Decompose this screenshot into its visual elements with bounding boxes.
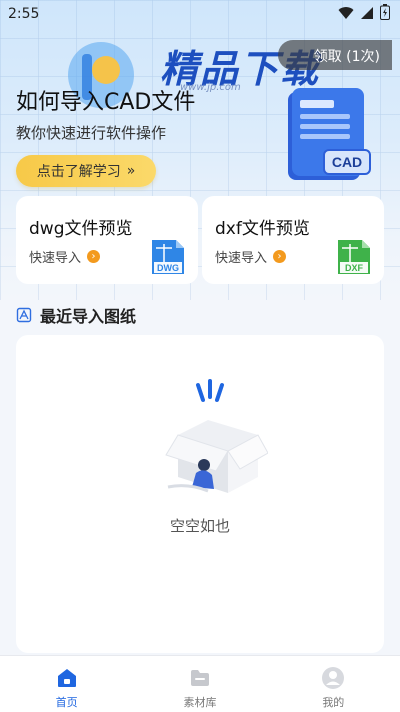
dwg-import-link[interactable]: 快速导入 › [29,247,101,266]
dwg-file-icon: DWG [152,240,184,274]
dxf-preview-card[interactable]: dxf文件预览 快速导入 › DXF [202,196,384,284]
drawing-icon [16,307,32,323]
hero-subtitle: 教你快速进行软件操作 [16,124,167,142]
dwg-preview-card[interactable]: dwg文件预览 快速导入 › DWG [16,196,198,284]
recent-section-title: 最近导入图纸 [40,307,137,326]
status-bar: 2:55 [0,0,400,28]
chevron-right-icon: › [273,250,287,263]
recent-section-header: 最近导入图纸 [16,303,136,327]
chevron-right-icon: › [87,250,101,263]
bottom-nav: 首页 素材库 我的 [0,655,400,712]
status-icons [338,4,390,24]
learn-more-button[interactable]: 点击了解学习 » [16,155,156,187]
dxf-badge-text: DXF [345,263,364,273]
user-icon [322,667,345,689]
dxf-card-title: dxf文件预览 [215,219,310,239]
nav-item-mine[interactable]: 我的 [267,656,400,712]
signal-icon [360,5,374,24]
nav-label-mine: 我的 [322,696,345,709]
status-time: 2:55 [8,6,40,22]
home-icon [57,669,76,687]
double-chevron-icon: » [126,163,136,179]
battery-icon [380,4,390,24]
nav-label-materials: 素材库 [183,696,217,709]
dxf-import-label: 快速导入 [215,251,268,266]
nav-item-home[interactable]: 首页 [0,656,133,712]
coupon-label: 领取 (1次) [313,49,380,65]
recent-drawings-panel: 空空如也 [16,335,384,653]
dwg-import-label: 快速导入 [29,251,82,266]
hero-title: 如何导入CAD文件 [16,90,196,115]
empty-state-text: 空空如也 [169,517,230,535]
coupon-button[interactable]: 领取 (1次) [277,40,392,70]
cad-badge-text: CAD [332,154,362,170]
dwg-card-title: dwg文件预览 [29,219,133,239]
cad-document-icon: CAD [288,88,371,180]
empty-box-icon [165,379,268,493]
nav-item-materials[interactable]: 素材库 [133,656,266,712]
learn-more-label: 点击了解学习 [36,164,121,180]
dwg-badge-text: DWG [157,263,179,273]
folder-icon [190,670,209,686]
nav-label-home: 首页 [55,696,78,709]
dxf-file-icon: DXF [338,240,370,274]
wifi-icon [338,5,354,24]
dxf-import-link[interactable]: 快速导入 › [215,247,287,266]
